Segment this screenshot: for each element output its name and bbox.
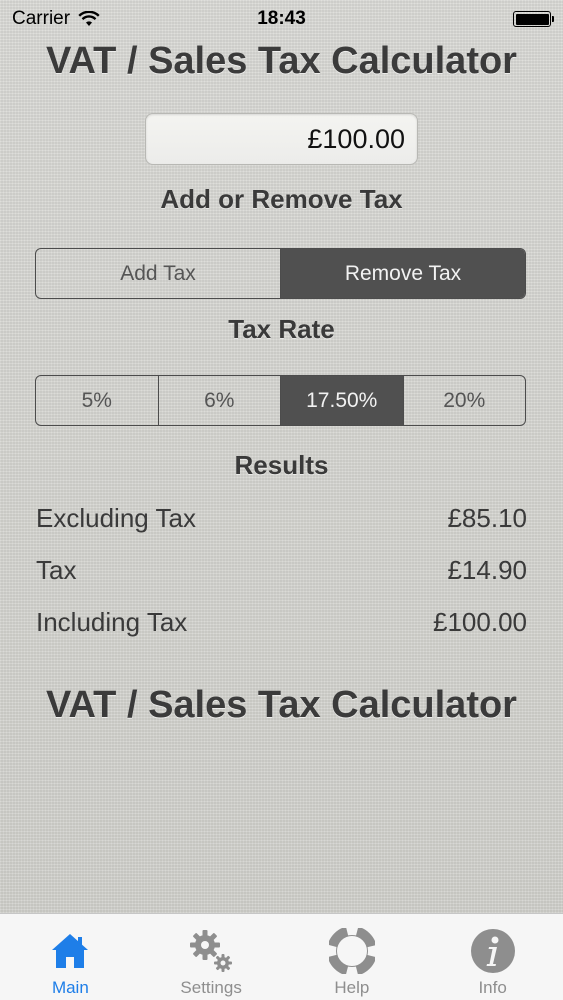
mode-segmented-control: Add Tax Remove Tax <box>35 248 526 299</box>
tax-rate-segmented-control: 5% 6% 17.50% 20% <box>35 375 526 426</box>
result-label: Tax <box>36 554 77 585</box>
result-label: Including Tax <box>36 606 188 637</box>
info-icon <box>470 924 516 978</box>
remove-tax-segment[interactable]: Remove Tax <box>281 249 525 298</box>
rate-6-segment[interactable]: 6% <box>159 376 281 425</box>
tab-main[interactable]: Main <box>0 914 141 1000</box>
result-value: £85.10 <box>447 502 527 533</box>
result-row-excluding-tax: Excluding Tax £85.10 <box>36 500 527 536</box>
result-value: £100.00 <box>433 606 527 637</box>
tab-label: Main <box>51 978 89 997</box>
tab-bar: Main Settings Help Info <box>0 913 563 1000</box>
result-value: £14.90 <box>447 554 527 585</box>
tab-label: Info <box>478 978 507 997</box>
tab-settings[interactable]: Settings <box>141 914 282 1000</box>
tab-help[interactable]: Help <box>282 914 423 1000</box>
amount-input[interactable]: £100.00 <box>145 113 418 165</box>
tab-info[interactable]: Info <box>422 914 563 1000</box>
status-time: 18:43 <box>257 8 306 29</box>
rate-5-segment[interactable]: 5% <box>36 376 159 425</box>
tab-label: Settings <box>180 978 242 997</box>
tab-label: Help <box>334 978 370 997</box>
page-title: VAT / Sales Tax Calculator <box>46 40 517 82</box>
add-tax-segment[interactable]: Add Tax <box>36 249 281 298</box>
rate-17-50-segment[interactable]: 17.50% <box>281 376 404 425</box>
rate-20-segment[interactable]: 20% <box>404 376 526 425</box>
tax-rate-label: Tax Rate <box>228 314 335 344</box>
lifebuoy-icon <box>328 924 375 978</box>
footer-title: VAT / Sales Tax Calculator <box>46 684 517 726</box>
result-row-tax: Tax £14.90 <box>36 552 527 588</box>
result-label: Excluding Tax <box>36 502 196 533</box>
gears-icon <box>187 924 235 978</box>
mode-label: Add or Remove Tax <box>160 184 403 214</box>
status-bar: Carrier 18:43 <box>0 0 563 38</box>
result-row-including-tax: Including Tax £100.00 <box>36 604 527 640</box>
results-label: Results <box>234 450 329 480</box>
battery-icon <box>513 11 554 27</box>
home-icon <box>50 924 90 978</box>
